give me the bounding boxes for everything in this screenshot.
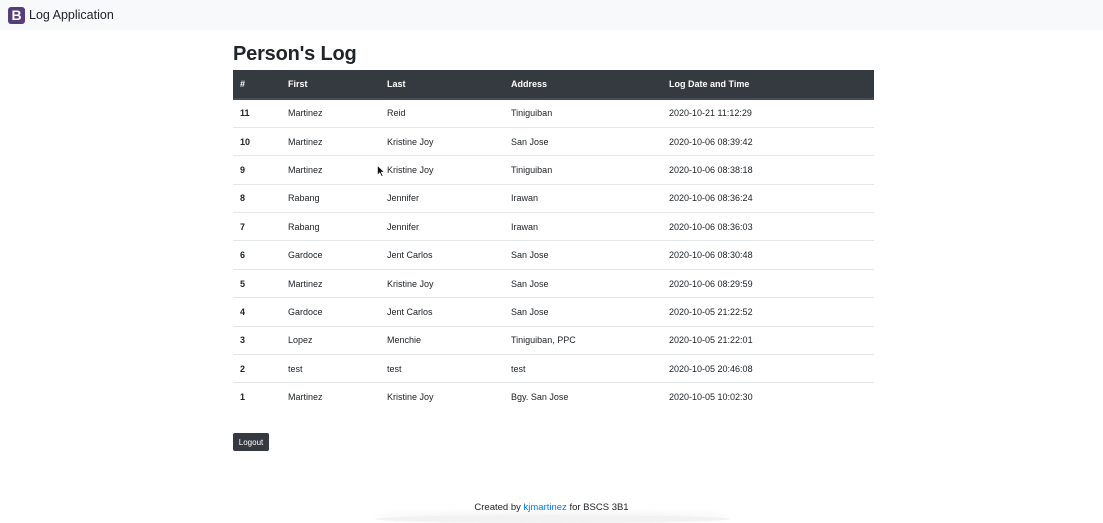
table-row: 1 Martinez Kristine Joy Bgy. San Jose 2020-1… <box>233 382 874 412</box>
cell-last-name: Jent Carlos <box>380 240 504 270</box>
cell-address: San Jose <box>504 268 662 298</box>
table-row: 11 Martinez Reid Tiniguiban 2020-10-21 11:12… <box>233 98 874 128</box>
cell-row-number: 6 <box>233 240 281 270</box>
column-header-first: First <box>281 70 380 100</box>
cell-log-datetime: 2020-10-05 20:46:08 <box>662 354 874 383</box>
cell-address: Tiniguiban, PPC <box>504 325 662 355</box>
cell-address: test <box>504 354 662 383</box>
table-row: 6 Gardoce Jent Carlos San Jose 2020-10-06 08… <box>233 240 874 270</box>
cell-log-datetime: 2020-10-06 08:39:42 <box>662 126 874 156</box>
logout-button[interactable]: Logout <box>233 433 269 451</box>
table-row: 7 Rabang Jennifer Irawan 2020-10-06 08:36:03 <box>233 212 874 241</box>
table-body: 11 Martinez Reid Tiniguiban 2020-10-21 11:12… <box>233 98 874 412</box>
cell-row-number: 2 <box>233 354 281 383</box>
page-title: Person's Log <box>233 43 357 65</box>
bootstrap-logo-icon[interactable]: B <box>8 6 25 24</box>
cell-first-name: Rabang <box>281 212 380 241</box>
table-row: 10 Martinez Kristine Joy San Jose 2020-10-06… <box>233 126 874 156</box>
cell-address: Irawan <box>504 212 662 241</box>
table-row: 8 Rabang Jennifer Irawan 2020-10-06 08:36:24 <box>233 183 874 213</box>
cell-first-name: Martinez <box>281 155 380 185</box>
cell-log-datetime: 2020-10-05 21:22:52 <box>662 297 874 327</box>
navbar: B Log Application <box>0 0 1103 30</box>
footer-shadow <box>375 515 730 523</box>
cell-last-name: test <box>380 354 504 383</box>
cell-last-name: Kristine Joy <box>380 155 504 185</box>
footer: Created by kjmartinez for BSCS 3B1 <box>0 502 1103 513</box>
cell-last-name: Reid <box>380 98 504 128</box>
person-log-table: # First Last Address Log Date and Time 1… <box>233 70 874 412</box>
cell-address: San Jose <box>504 297 662 327</box>
cell-log-datetime: 2020-10-05 21:22:01 <box>662 325 874 355</box>
cell-first-name: Martinez <box>281 268 380 298</box>
cell-log-datetime: 2020-10-06 08:36:03 <box>662 212 874 241</box>
cell-last-name: Jennifer <box>380 183 504 213</box>
table-row: 2 test test test 2020-10-05 20:46:08 <box>233 354 874 383</box>
cell-address: San Jose <box>504 240 662 270</box>
table-row: 9 Martinez Kristine Joy Tiniguiban 2020-10-0… <box>233 155 874 185</box>
table-header-row: # First Last Address Log Date and Time <box>233 70 874 100</box>
cell-log-datetime: 2020-10-06 08:38:18 <box>662 155 874 185</box>
cell-last-name: Kristine Joy <box>380 382 504 412</box>
cell-first-name: Martinez <box>281 98 380 128</box>
cell-first-name: Gardoce <box>281 297 380 327</box>
cell-last-name: Jent Carlos <box>380 297 504 327</box>
cell-row-number: 5 <box>233 268 281 298</box>
cell-first-name: Gardoce <box>281 240 380 270</box>
cell-row-number: 10 <box>233 126 281 156</box>
table-row: 4 Gardoce Jent Carlos San Jose 2020-10-05 21… <box>233 297 874 327</box>
column-header-address: Address <box>504 70 662 100</box>
table-row: 5 Martinez Kristine Joy San Jose 2020-10-06 … <box>233 268 874 298</box>
cell-address: Bgy. San Jose <box>504 382 662 412</box>
cell-first-name: Martinez <box>281 126 380 156</box>
footer-prefix: Created by <box>474 502 521 513</box>
column-header-last: Last <box>380 70 504 100</box>
cell-row-number: 3 <box>233 325 281 355</box>
cell-row-number: 7 <box>233 212 281 241</box>
table-row: 3 Lopez Menchie Tiniguiban, PPC 2020-10-05 2… <box>233 325 874 355</box>
footer-suffix: for BSCS 3B1 <box>569 502 629 513</box>
cell-first-name: Lopez <box>281 325 380 355</box>
cell-address: San Jose <box>504 126 662 156</box>
cell-row-number: 8 <box>233 183 281 213</box>
column-header-log-datetime: Log Date and Time <box>662 70 874 100</box>
cell-row-number: 4 <box>233 297 281 327</box>
cell-log-datetime: 2020-10-05 10:02:30 <box>662 382 874 412</box>
cell-row-number: 11 <box>233 98 281 128</box>
app-brand-name[interactable]: Log Application <box>29 8 114 22</box>
cell-last-name: Kristine Joy <box>380 126 504 156</box>
cell-last-name: Menchie <box>380 325 504 355</box>
cell-first-name: Rabang <box>281 183 380 213</box>
mouse-cursor-icon <box>377 165 385 177</box>
cell-address: Tiniguiban <box>504 155 662 185</box>
cell-log-datetime: 2020-10-06 08:36:24 <box>662 183 874 213</box>
author-link[interactable]: kjmartinez <box>524 502 567 513</box>
cell-row-number: 1 <box>233 382 281 412</box>
cell-first-name: Martinez <box>281 382 380 412</box>
cell-log-datetime: 2020-10-06 08:30:48 <box>662 240 874 270</box>
cell-row-number: 9 <box>233 155 281 185</box>
cell-log-datetime: 2020-10-06 08:29:59 <box>662 268 874 298</box>
cell-address: Irawan <box>504 183 662 213</box>
cell-address: Tiniguiban <box>504 98 662 128</box>
column-header-number: # <box>233 70 281 100</box>
cell-first-name: test <box>281 354 380 383</box>
cell-last-name: Kristine Joy <box>380 268 504 298</box>
cell-log-datetime: 2020-10-21 11:12:29 <box>662 98 874 128</box>
cell-last-name: Jennifer <box>380 212 504 241</box>
